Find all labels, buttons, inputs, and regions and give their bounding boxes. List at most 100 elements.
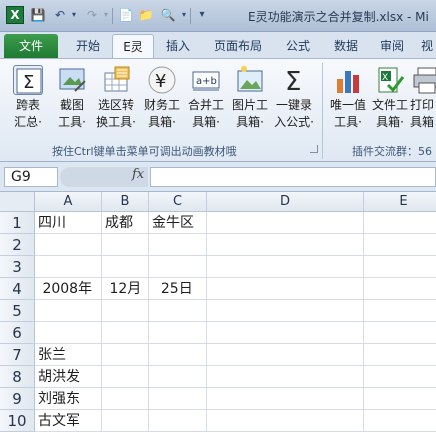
cell-e8[interactable] — [364, 366, 436, 388]
cell-a4[interactable]: 2008年 — [35, 278, 102, 300]
row-header[interactable]: 9 — [0, 388, 35, 410]
group-label-plugin: 插件交流群：56 — [352, 145, 432, 158]
cell-b5[interactable] — [102, 300, 149, 322]
cell-c5[interactable] — [149, 300, 207, 322]
cell-e3[interactable] — [364, 256, 436, 278]
tab-insert[interactable]: 插入 — [158, 34, 198, 58]
customize-icon[interactable]: ▾ — [194, 7, 210, 23]
cell-b10[interactable] — [102, 410, 149, 432]
row-header[interactable]: 5 — [0, 300, 35, 322]
cell-e1[interactable] — [364, 212, 436, 234]
cell-c3[interactable] — [149, 256, 207, 278]
cell-d2[interactable] — [207, 234, 364, 256]
save-icon[interactable]: 💾 — [30, 7, 46, 23]
cell-e2[interactable] — [364, 234, 436, 256]
cell-e5[interactable] — [364, 300, 436, 322]
cell-b1[interactable]: 成都 — [102, 212, 149, 234]
cell-d7[interactable] — [207, 344, 364, 366]
cell-e10[interactable] — [364, 410, 436, 432]
cell-d1[interactable] — [207, 212, 364, 234]
unique-chart-icon — [333, 65, 363, 95]
print-preview-icon[interactable]: 🔍 — [160, 7, 176, 23]
cross-sheet-summary-button[interactable]: Σ 跨表 汇总· — [6, 63, 50, 141]
column-header-d[interactable]: D — [207, 192, 364, 212]
cell-b8[interactable] — [102, 366, 149, 388]
cell-c8[interactable] — [149, 366, 207, 388]
one-click-formula-button[interactable]: Σ 一键录 入公式· — [272, 63, 316, 141]
name-box[interactable]: G9 — [4, 167, 58, 187]
cell-a6[interactable] — [35, 322, 102, 344]
cell-a2[interactable] — [35, 234, 102, 256]
row-header[interactable]: 2 — [0, 234, 35, 256]
cell-a3[interactable] — [35, 256, 102, 278]
cell-e4[interactable] — [364, 278, 436, 300]
range-convert-tool-button[interactable]: 选区转 换工具· — [94, 63, 138, 141]
cell-a7[interactable]: 张兰 — [35, 344, 102, 366]
excel-app-icon[interactable]: X — [6, 6, 24, 24]
tab-file[interactable]: 文件 — [4, 34, 58, 58]
merge-icon: a+b — [191, 65, 221, 95]
row-header[interactable]: 6 — [0, 322, 35, 344]
column-header-b[interactable]: B — [102, 192, 149, 212]
worksheet-grid[interactable]: A B C D E 1 四川 成都 金牛区 2 3 4 2008年 12月 25日 5 6 7 张兰… — [0, 192, 436, 432]
unique-value-tool-button[interactable]: 唯一值 工具· — [326, 63, 370, 141]
tab-eling[interactable]: E灵 — [112, 34, 154, 58]
cell-a5[interactable] — [35, 300, 102, 322]
cell-d4[interactable] — [207, 278, 364, 300]
file-toolbox-button[interactable]: X 文件工 具箱· — [368, 63, 412, 141]
screenshot-tool-button[interactable]: 截图 工具· — [50, 63, 94, 141]
cell-b4[interactable]: 12月 — [102, 278, 149, 300]
cell-c4[interactable]: 25日 — [149, 278, 207, 300]
cell-c9[interactable] — [149, 388, 207, 410]
cell-b2[interactable] — [102, 234, 149, 256]
new-icon[interactable]: 📄 — [118, 7, 134, 23]
select-all-corner[interactable] — [0, 192, 35, 212]
cell-e9[interactable] — [364, 388, 436, 410]
merge-toolbox-button[interactable]: a+b 合并工 具箱· — [184, 63, 228, 141]
tab-home[interactable]: 开始 — [66, 34, 110, 58]
column-header-c[interactable]: C — [149, 192, 207, 212]
cell-c2[interactable] — [149, 234, 207, 256]
finance-toolbox-button[interactable]: ¥ 财务工 具箱· — [140, 63, 184, 141]
cell-b7[interactable] — [102, 344, 149, 366]
cell-d3[interactable] — [207, 256, 364, 278]
cell-c10[interactable] — [149, 410, 207, 432]
formula-input[interactable] — [150, 167, 436, 187]
cell-d9[interactable] — [207, 388, 364, 410]
row-header[interactable]: 8 — [0, 366, 35, 388]
tab-review[interactable]: 审阅 — [372, 34, 412, 58]
cell-c7[interactable] — [149, 344, 207, 366]
row-header[interactable]: 10 — [0, 410, 35, 432]
row-header[interactable]: 3 — [0, 256, 35, 278]
open-icon[interactable]: 📁 — [138, 7, 154, 23]
cell-d5[interactable] — [207, 300, 364, 322]
tab-formulas[interactable]: 公式 — [278, 34, 318, 58]
tab-data[interactable]: 数据 — [326, 34, 366, 58]
print-toolbox-button[interactable]: 打印 具箱 — [410, 63, 436, 141]
row-header[interactable]: 1 — [0, 212, 35, 234]
picture-toolbox-button[interactable]: 图片工 具箱· — [228, 63, 272, 141]
row-header[interactable]: 7 — [0, 344, 35, 366]
cell-d10[interactable] — [207, 410, 364, 432]
tab-view[interactable]: 视 — [418, 34, 436, 58]
row-header[interactable]: 4 — [0, 278, 35, 300]
cell-b6[interactable] — [102, 322, 149, 344]
cell-e7[interactable] — [364, 344, 436, 366]
cell-d6[interactable] — [207, 322, 364, 344]
cell-a1[interactable]: 四川 — [35, 212, 102, 234]
cell-c6[interactable] — [149, 322, 207, 344]
insert-function-icon[interactable]: fx — [132, 167, 144, 182]
cell-d8[interactable] — [207, 366, 364, 388]
cell-a9[interactable]: 刘强东 — [35, 388, 102, 410]
undo-dropdown-icon[interactable]: ▾ — [66, 7, 82, 23]
cell-a8[interactable]: 胡洪发 — [35, 366, 102, 388]
cell-c1[interactable]: 金牛区 — [149, 212, 207, 234]
tab-page-layout[interactable]: 页面布局 — [206, 34, 270, 58]
column-header-a[interactable]: A — [35, 192, 102, 212]
cell-b3[interactable] — [102, 256, 149, 278]
cell-a10[interactable]: 古文军 — [35, 410, 102, 432]
cell-b9[interactable] — [102, 388, 149, 410]
cell-e6[interactable] — [364, 322, 436, 344]
dialog-launcher-icon[interactable] — [310, 145, 318, 153]
column-header-e[interactable]: E — [364, 192, 436, 212]
